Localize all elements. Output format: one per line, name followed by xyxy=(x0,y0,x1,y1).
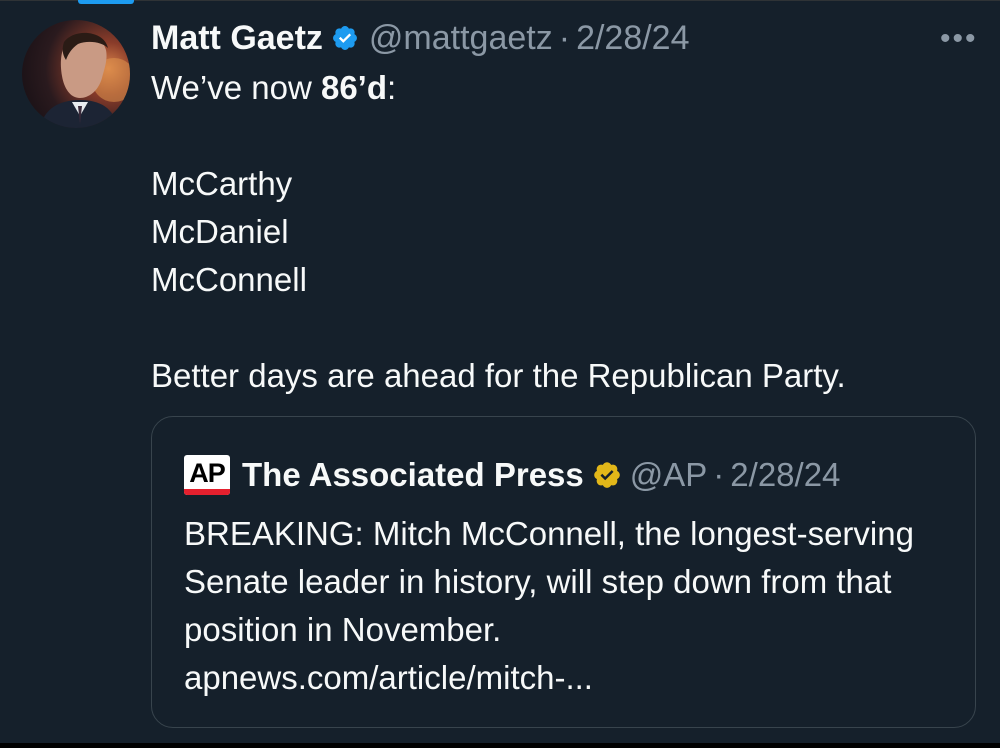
quoted-tweet-link[interactable]: apnews.com/article/mitch-... xyxy=(184,654,944,702)
tweet-body: We’ve now 86’d: McCarthy McDaniel McConn… xyxy=(151,64,981,400)
more-options-icon[interactable]: ••• xyxy=(940,22,978,56)
quoted-tweet-header: AP The Associated Press @AP · 2/28/24 xyxy=(184,453,840,497)
tweet-closing: Better days are ahead for the Republican… xyxy=(151,357,846,394)
tweet-header: Matt Gaetz @mattgaetz · 2/28/24 xyxy=(151,18,690,58)
author-handle[interactable]: @mattgaetz xyxy=(369,19,553,58)
ap-logo-text: AP xyxy=(189,457,226,488)
line1-suffix: : xyxy=(387,69,397,106)
tweet-date[interactable]: 2/28/24 xyxy=(576,19,689,58)
bottom-edge xyxy=(0,743,1000,748)
tweet-name-2: McDaniel xyxy=(151,213,289,250)
top-divider xyxy=(0,0,1000,1)
verified-badge-icon[interactable] xyxy=(331,24,359,52)
quoted-tweet-card[interactable]: AP The Associated Press @AP · 2/28/24 BR… xyxy=(151,416,976,728)
avatar[interactable] xyxy=(22,20,130,128)
tweet-name-3: McConnell xyxy=(151,261,307,298)
line1-bold: 86’d xyxy=(320,69,388,106)
quoted-tweet-date[interactable]: 2/28/24 xyxy=(730,456,840,494)
separator-dot: · xyxy=(558,18,571,57)
quoted-author-name[interactable]: The Associated Press xyxy=(242,456,584,494)
quoted-author-handle[interactable]: @AP xyxy=(630,456,708,494)
avatar-portrait-image xyxy=(40,32,130,128)
tweet-line-1: We’ve now 86’d: xyxy=(151,64,981,112)
quoted-separator-dot: · xyxy=(713,456,725,493)
ap-logo-avatar[interactable]: AP xyxy=(184,455,230,495)
line1-prefix: We’ve now xyxy=(151,69,321,106)
gold-verified-badge-icon[interactable] xyxy=(592,460,622,490)
author-name[interactable]: Matt Gaetz xyxy=(151,19,323,58)
quoted-tweet-text: BREAKING: Mitch McConnell, the longest-s… xyxy=(184,515,914,648)
tweet-name-1: McCarthy xyxy=(151,165,293,202)
quoted-tweet-body: BREAKING: Mitch McConnell, the longest-s… xyxy=(184,510,944,702)
active-tab-indicator xyxy=(78,0,134,4)
